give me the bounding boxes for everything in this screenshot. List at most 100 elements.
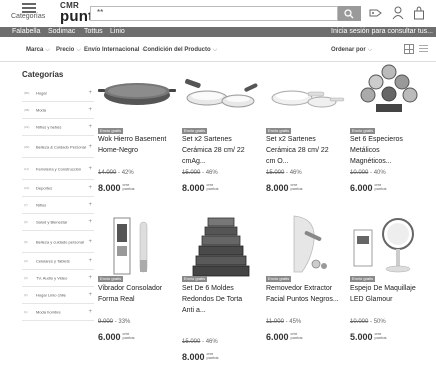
sidebar-item-hogar[interactable]: (80) Hogar + (22, 85, 94, 102)
category-icon: (80) (24, 91, 30, 95)
product-image-cake-molds[interactable] (180, 214, 262, 280)
sidebar-item-belleza-cuidado[interactable]: (20) Belleza & Cuidado Personal + (22, 136, 94, 158)
sidebar-item-ninos-bebes[interactable]: (21) Niños y bebés + (22, 119, 94, 136)
search-input[interactable]: ** (90, 6, 338, 21)
nav-link-tottus[interactable]: Tottus (84, 28, 103, 35)
chevron-down-icon: ⌵ (367, 47, 373, 53)
sidebar-item-ninos[interactable]: (7) Niños + (22, 197, 94, 214)
expand-plus-icon[interactable]: + (88, 107, 92, 113)
product-image-pans-set[interactable] (264, 64, 346, 114)
free-shipping-badge: Envío gratis (350, 276, 376, 282)
expand-plus-icon[interactable]: + (88, 90, 92, 96)
product-old-price: 9.000 - 33% (98, 319, 131, 325)
product-card[interactable]: Envío gratis Set x2 Sartenes Cerámica 28 … (264, 64, 346, 214)
product-title[interactable]: Removedor Extractor Facial Puntos Negros.… (266, 283, 348, 305)
free-shipping-badge: Envío gratis (266, 276, 292, 282)
filter-international-shipping[interactable]: Envío Internacional ⌵ (84, 47, 146, 54)
sidebar-item-salud-bienestar[interactable]: (6) Salud y Bienestar + (22, 214, 94, 231)
product-title[interactable]: Set x2 Sartenes Cerámica 28 cm/ 22 cm O... (266, 134, 348, 167)
product-old-price: 10.000 - 40% (350, 170, 386, 176)
expand-plus-icon[interactable]: + (88, 219, 92, 225)
product-image-spice-rack[interactable] (348, 64, 430, 114)
search-button[interactable] (338, 6, 361, 21)
expand-plus-icon[interactable]: + (88, 144, 92, 150)
expand-plus-icon[interactable]: + (88, 239, 92, 245)
nav-link-linio[interactable]: Linio (110, 28, 125, 35)
expand-plus-icon[interactable]: + (88, 275, 92, 281)
chevron-down-icon: ⌵ (76, 47, 81, 53)
sort-dropdown[interactable]: Ordenar por ⌵ (331, 47, 372, 54)
product-card[interactable]: Envío gratis Vibrador Consolador Forma Re… (96, 214, 178, 364)
category-icon: (38) (24, 108, 30, 112)
filter-product-condition[interactable]: Condición del Producto ⌵ (143, 47, 217, 54)
product-title[interactable]: Vibrador Consolador Forma Real (98, 283, 180, 305)
top-header: Categorías CMR puntos ** (0, 0, 436, 27)
product-points-price: 6.000 cmr puntos (266, 331, 303, 343)
category-icon: (21) (24, 125, 30, 129)
list-view-icon[interactable] (419, 45, 428, 53)
sidebar-item-ferreteria[interactable]: (11) Ferretería y Construcción + (22, 158, 94, 180)
product-card[interactable]: Envío gratis Wok Hierro Basement Home-Neg… (96, 64, 178, 214)
product-points-price: 5.000 cmr puntos (350, 331, 387, 343)
product-image-led-mirror[interactable] (348, 214, 430, 280)
product-points-price: 8.000 cmr puntos (182, 182, 219, 194)
product-image-extractor[interactable] (264, 214, 346, 280)
product-image-toy[interactable] (96, 214, 178, 280)
chevron-down-icon: ⌵ (45, 47, 50, 53)
expand-plus-icon[interactable]: + (88, 258, 92, 264)
search-icon (344, 9, 354, 19)
product-old-price: 15.000 - 46% (182, 339, 218, 345)
product-title[interactable]: Set 6 Especieros Metálicos Magnéticos... (350, 134, 432, 167)
chevron-down-icon: ⌵ (212, 47, 218, 53)
nav-link-sodimac[interactable]: Sodimac (48, 28, 75, 35)
category-icon: (5) (24, 239, 28, 244)
nav-link-falabella[interactable]: Falabella (12, 28, 40, 35)
product-old-price: 10.000 - 50% (350, 319, 386, 325)
expand-plus-icon[interactable]: + (88, 202, 92, 208)
sidebar-item-celulares[interactable]: (3) Celulares y Tablets + (22, 253, 94, 270)
search-input-value: ** (97, 8, 104, 17)
user-account-icon[interactable] (392, 6, 404, 20)
product-title[interactable]: Set x2 Sartenes Cerámica 28 cm/ 22 cmAg... (182, 134, 264, 167)
product-image-wok[interactable] (96, 64, 178, 114)
expand-plus-icon[interactable]: + (88, 124, 92, 130)
product-title[interactable]: Set De 6 Moldes Redondos De Torta Anti a..… (182, 283, 264, 316)
free-shipping-badge: Envío gratis (182, 276, 208, 282)
category-icon: (1) (24, 310, 28, 314)
product-card[interactable]: Envío gratis Set x2 Sartenes Cerámica 28 … (180, 64, 262, 214)
coupon-icon[interactable] (368, 6, 384, 20)
sidebar-item-tv-audio[interactable]: (3) TV, Audio y Video + (22, 270, 94, 287)
category-list: (80) Hogar + (38) Moda + (21) Niños y bebés + … (22, 85, 94, 321)
sidebar-item-moda[interactable]: (38) Moda + (22, 102, 94, 119)
login-prompt-link[interactable]: Inicia sesión para consultar tus... (331, 28, 433, 35)
categories-menu-label[interactable]: Categorías (11, 13, 45, 20)
filter-price[interactable]: Precio ⌵ (56, 47, 81, 54)
product-old-price: 15.000 - 46% (182, 170, 218, 176)
product-card[interactable]: Envío gratis Espejo De Maquillaje LED Gla… (348, 214, 430, 364)
grid-view-icon[interactable] (404, 44, 414, 54)
product-card[interactable]: Envío gratis Set De 6 Moldes Redondos De … (180, 214, 262, 364)
product-old-price: 14.000 - 42% (98, 170, 134, 176)
expand-plus-icon[interactable]: + (88, 185, 92, 191)
expand-plus-icon[interactable]: + (88, 166, 92, 172)
product-image-pans-set[interactable] (180, 64, 262, 114)
sidebar-item-moda-hombre[interactable]: (1) Moda hombre + (22, 304, 94, 321)
hamburger-menu-icon[interactable] (22, 3, 36, 13)
product-points-price: 6.000 cmr puntos (350, 182, 387, 194)
sidebar-item-deportes[interactable]: (10) Deportes + (22, 180, 94, 197)
sidebar-item-hogar-linio[interactable]: (2) Hogar Linio chile + (22, 287, 94, 304)
product-title[interactable]: Wok Hierro Basement Home-Negro (98, 134, 180, 156)
expand-plus-icon[interactable]: + (88, 292, 92, 298)
product-title[interactable]: Espejo De Maquillaje LED Glamour (350, 283, 432, 305)
sidebar-item-belleza-personal[interactable]: (5) Belleza y cuidado personal + (22, 231, 94, 253)
product-card[interactable]: Envío gratis Removedor Extractor Facial P… (264, 214, 346, 364)
product-points-price: 8.000 cmr puntos (98, 182, 135, 194)
product-points-price: 8.000 cmr puntos (182, 351, 219, 363)
filter-brand[interactable]: Marca ⌵ (26, 47, 50, 54)
expand-plus-icon[interactable]: + (88, 309, 92, 315)
category-icon: (3) (24, 276, 28, 280)
category-sidebar: Categorías (80) Hogar + (38) Moda + (21) Niño… (0, 62, 94, 371)
shopping-bag-icon[interactable] (413, 6, 425, 20)
category-icon: (20) (24, 144, 30, 149)
product-card[interactable]: Envío gratis Set 6 Especieros Metálicos Ma… (348, 64, 430, 214)
